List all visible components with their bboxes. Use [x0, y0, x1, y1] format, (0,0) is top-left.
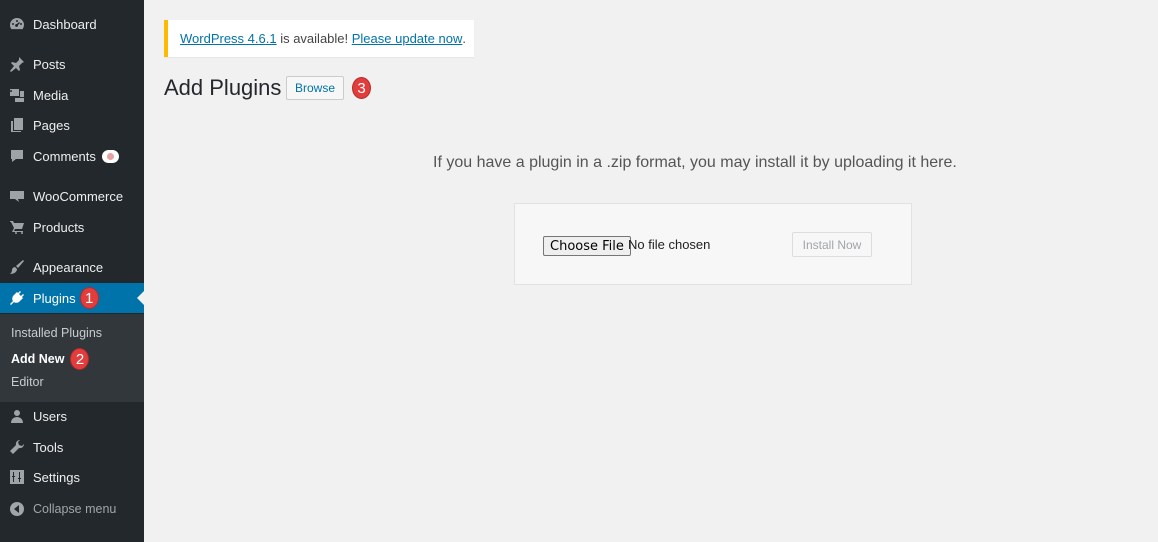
update-now-link[interactable]: Please update now — [352, 31, 463, 46]
sidebar-item-label: Dashboard — [33, 16, 97, 32]
file-status-text: No file chosen — [628, 237, 711, 252]
install-now-button[interactable]: Install Now — [792, 232, 872, 257]
sidebar-item-label: Plugins — [33, 290, 76, 306]
sidebar-item-label: Media — [33, 87, 69, 103]
pages-icon — [8, 116, 26, 134]
sidebar-item-label: Tools — [33, 439, 64, 455]
sidebar-item-pages[interactable]: Pages — [0, 110, 144, 140]
sidebar-item-label: Products — [33, 219, 85, 235]
sidebar-item-appearance[interactable]: Appearance — [0, 252, 144, 282]
sidebar-item-comments[interactable]: Comments — [0, 141, 144, 171]
comment-icon — [8, 147, 26, 165]
update-notice: WordPress 4.6.1 is available! Please upd… — [164, 20, 474, 57]
sidebar-item-label: Posts — [33, 56, 66, 72]
cart-icon — [8, 218, 26, 236]
sidebar-item-media[interactable]: Media — [0, 80, 144, 110]
woocommerce-icon — [8, 187, 26, 205]
sidebar-item-label: WooCommerce — [33, 188, 124, 204]
collapse-menu-label: Collapse menu — [33, 502, 117, 516]
comment-count-badge — [101, 149, 119, 163]
wrench-icon — [8, 438, 26, 456]
sidebar-item-posts[interactable]: Posts — [0, 49, 144, 79]
brush-icon — [8, 258, 26, 276]
browse-button[interactable]: Browse — [286, 76, 344, 100]
plugin-icon — [8, 289, 26, 307]
submenu-installed-plugins[interactable]: Installed Plugins — [11, 326, 102, 340]
collapse-icon — [8, 500, 26, 518]
user-icon — [8, 407, 26, 425]
notice-text-end: . — [462, 31, 466, 46]
collapse-menu-button[interactable]: Collapse menu — [0, 494, 144, 524]
plugins-submenu: Installed Plugins Add New 2 Editor — [0, 314, 144, 402]
step-marker-2: 2 — [70, 348, 90, 370]
sidebar-item-dashboard[interactable]: Dashboard — [0, 9, 144, 39]
sidebar-item-users[interactable]: Users — [0, 401, 144, 431]
step-marker-1: 1 — [79, 287, 99, 309]
wordpress-version-link[interactable]: WordPress 4.6.1 — [180, 31, 277, 46]
sidebar-item-label: Users — [33, 408, 67, 424]
upload-form: Choose File No file chosen Install Now — [514, 203, 912, 285]
upload-description: If you have a plugin in a .zip format, y… — [433, 154, 957, 171]
sidebar-item-woocommerce[interactable]: WooCommerce — [0, 181, 144, 211]
sidebar-item-label: Comments — [33, 148, 96, 164]
settings-icon — [8, 468, 26, 486]
dashboard-icon — [8, 15, 26, 33]
choose-file-button[interactable]: Choose File — [543, 236, 631, 256]
sidebar-item-tools[interactable]: Tools — [0, 432, 144, 462]
sidebar-item-settings[interactable]: Settings — [0, 462, 144, 492]
page-title: Add Plugins — [164, 75, 282, 100]
sidebar-item-label: Settings — [33, 469, 80, 485]
admin-sidebar: Dashboard Posts Media Pages Comments Woo… — [0, 0, 144, 542]
pin-icon — [8, 55, 26, 73]
sidebar-item-label: Pages — [33, 117, 70, 133]
media-icon — [8, 86, 26, 104]
sidebar-item-plugins[interactable]: Plugins 1 — [0, 283, 144, 313]
submenu-add-new-label: Add New — [11, 352, 65, 366]
submenu-editor[interactable]: Editor — [11, 375, 44, 389]
submenu-add-new[interactable]: Add New 2 — [11, 348, 90, 370]
sidebar-item-label: Appearance — [33, 259, 104, 275]
sidebar-item-products[interactable]: Products — [0, 212, 144, 242]
notice-text: is available! — [276, 31, 352, 46]
step-marker-3: 3 — [352, 77, 371, 99]
